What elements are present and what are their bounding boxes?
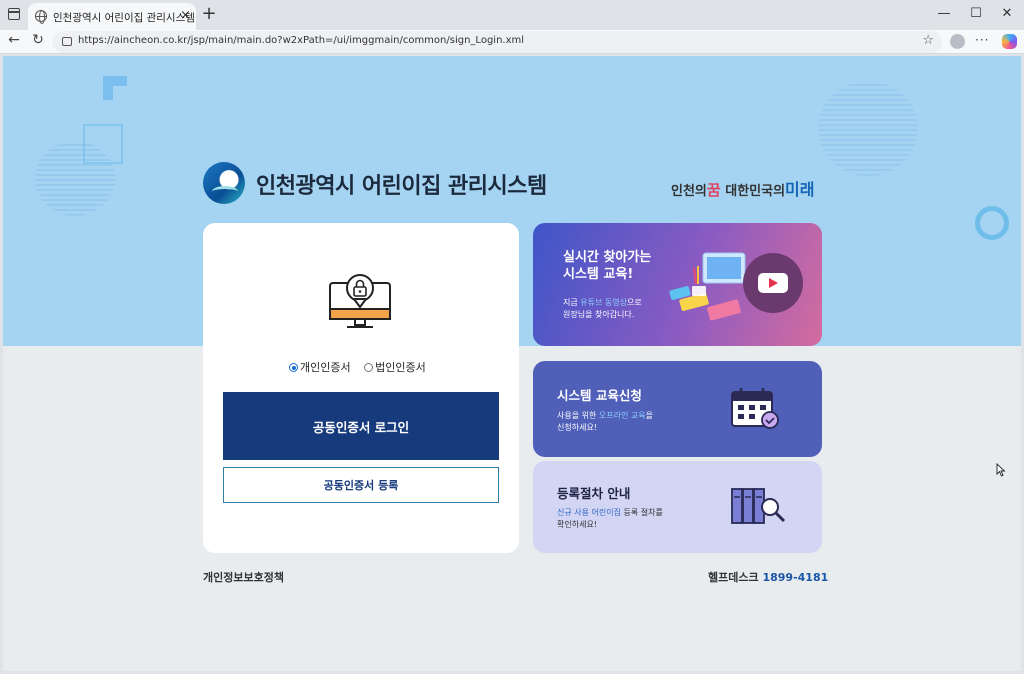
slogan: 인천의꿈 대한민국의미래 [671, 176, 815, 200]
decor-striped-circle [35, 141, 115, 216]
radio-corporate-cert[interactable]: 법인인증서 [364, 361, 436, 374]
radio-label[interactable]: 개인인증서 [300, 361, 351, 374]
decor-striped-circle [818, 81, 918, 176]
card-sub-text: 으로 [626, 298, 642, 307]
window-menu-icon[interactable] [8, 8, 20, 20]
card-sub-text: 지금 [563, 298, 581, 307]
close-window-button[interactable]: ✕ [999, 6, 1015, 21]
card-sub-highlight: 오프라인 교육 [598, 411, 646, 420]
visit-education-card[interactable]: 실시간 찾아가는 시스템 교육! 지금 유튜브 동영상으로 원장님을 찾아갑니다… [533, 223, 822, 346]
tab-close-button[interactable]: × [180, 8, 191, 23]
url-text[interactable]: https://aincheon.co.kr/jsp/main/main.do?… [78, 35, 524, 46]
mouse-cursor-icon [996, 463, 1006, 477]
decor-corner-shape [103, 76, 127, 100]
browser-tab[interactable]: 인천광역시 어린이집 관리시스템 × [28, 3, 196, 30]
youtube-play-icon[interactable] [743, 253, 803, 313]
helpdesk-label: 헬프데스크 [708, 571, 759, 584]
registration-guide-card[interactable]: 등록절차 안내 신규 사용 어린이집 등록 절차를 확인하세요! [533, 461, 822, 553]
browser-toolbar: ← ↻ https://aincheon.co.kr/jsp/main/main… [0, 30, 1024, 54]
refresh-button[interactable]: ↻ [29, 32, 47, 48]
privacy-policy-link[interactable]: 개인정보보호정책 [203, 569, 284, 585]
login-panel: 개인인증서 법인인증서 공동인증서 로그인 공동인증서 등록 [203, 223, 519, 553]
page-content: 인천광역시 어린이집 관리시스템 인천의꿈 대한민국의미래 개인인증서 법인인증… [3, 56, 1021, 671]
education-apply-card[interactable]: 시스템 교육신청 사용을 위한 오프라인 교육을 신청하세요! [533, 361, 822, 457]
card-sub-text: 신청하세요! [557, 423, 598, 432]
card-sub-text: 등록 절차를 [620, 508, 663, 517]
profile-avatar[interactable] [950, 34, 965, 49]
helpdesk-info: 헬프데스크 1899-4181 [708, 569, 828, 585]
address-bar[interactable]: https://aincheon.co.kr/jsp/main/main.do?… [52, 31, 942, 53]
card-title: 실시간 찾아가는 시스템 교육! [563, 249, 651, 283]
minimize-button[interactable]: — [936, 6, 952, 21]
calendar-check-icon [731, 388, 779, 429]
copilot-icon[interactable] [1002, 34, 1017, 49]
slogan-future: 미래 [785, 180, 815, 199]
card-sub-text: 원장님을 찾아갑니다. [563, 310, 635, 319]
card-subtitle: 지금 유튜브 동영상으로 원장님을 찾아갑니다. [563, 297, 642, 321]
back-button[interactable]: ← [5, 32, 23, 48]
card-title-line: 실시간 찾아가는 [563, 250, 652, 265]
card-sub-highlight: 유튜브 동영상 [580, 298, 627, 307]
site-info-icon[interactable] [62, 37, 72, 46]
card-title: 등록절차 안내 [557, 486, 631, 501]
card-sub-text: 사용을 위한 [557, 411, 599, 420]
decor-ring [975, 206, 1009, 240]
more-menu-button[interactable]: ··· [975, 33, 989, 47]
card-title-line: 시스템 교육! [563, 267, 634, 282]
maximize-button[interactable]: ☐ [968, 6, 984, 21]
radio-personal-cert[interactable]: 개인인증서 [289, 361, 361, 374]
helpdesk-phone: 1899-4181 [762, 571, 829, 584]
slogan-dream: 꿈 [706, 181, 721, 199]
tab-title: 인천광역시 어린이집 관리시스템 [53, 12, 195, 24]
site-title: 인천광역시 어린이집 관리시스템 [256, 174, 547, 199]
cert-register-button[interactable]: 공동인증서 등록 [223, 467, 499, 503]
binders-search-icon [731, 488, 786, 524]
radio-label[interactable]: 법인인증서 [375, 361, 426, 374]
radio-selected-icon[interactable] [289, 363, 298, 372]
monitor-lock-icon [329, 274, 391, 328]
card-subtitle: 신규 사용 어린이집 등록 절차를 확인하세요! [557, 507, 663, 531]
cert-type-options: 개인인증서 법인인증서 [289, 359, 436, 375]
incheon-logo-icon [203, 162, 245, 204]
new-tab-button[interactable]: + [200, 3, 218, 24]
slogan-part: 인천의 [671, 184, 707, 199]
globe-icon [35, 10, 47, 24]
favorite-star-icon[interactable]: ☆ [922, 33, 934, 48]
card-sub-text: 을 [645, 411, 653, 420]
card-sub-highlight: 신규 사용 어린이집 [557, 508, 621, 517]
slogan-part: 대한민국의 [725, 184, 786, 199]
card-sub-text: 확인하세요! [557, 520, 598, 529]
card-title: 시스템 교육신청 [557, 388, 642, 403]
card-subtitle: 사용을 위한 오프라인 교육을 신청하세요! [557, 410, 653, 434]
cert-login-button[interactable]: 공동인증서 로그인 [223, 392, 499, 460]
browser-tab-bar: 인천광역시 어린이집 관리시스템 × + — ☐ ✕ [0, 0, 1024, 30]
radio-unselected-icon[interactable] [364, 363, 374, 372]
